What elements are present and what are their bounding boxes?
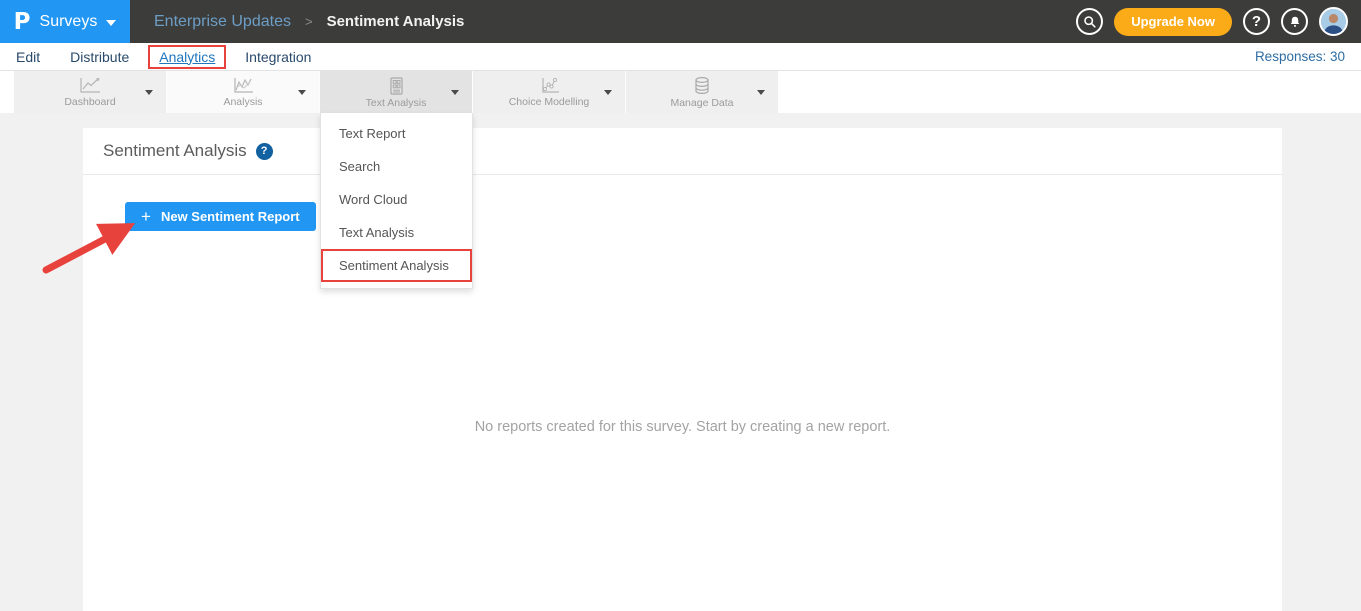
chevron-down-icon[interactable] xyxy=(145,90,153,95)
search-icon xyxy=(1083,15,1097,29)
chevron-down-icon[interactable] xyxy=(298,90,306,95)
chevron-down-icon xyxy=(106,20,116,26)
empty-state-message: No reports created for this survey. Star… xyxy=(83,419,1282,435)
menu-item-search[interactable]: Search xyxy=(321,150,472,183)
user-avatar[interactable] xyxy=(1319,7,1348,36)
tab-manage-data[interactable]: Manage Data xyxy=(626,71,779,113)
top-header: P Surveys Enterprise Updates > Sentiment… xyxy=(0,0,1361,43)
responses-count[interactable]: Responses: 30 xyxy=(1255,49,1345,64)
page-title: Sentiment Analysis xyxy=(103,141,247,161)
nav-item-analytics[interactable]: Analytics xyxy=(148,45,226,69)
tab-label: Manage Data xyxy=(670,97,733,109)
newspaper-icon xyxy=(386,76,406,96)
surveys-menu-button[interactable]: P Surveys xyxy=(0,0,130,43)
avatar-photo-icon xyxy=(1321,9,1346,34)
new-report-button-label: New Sentiment Report xyxy=(161,209,300,224)
scatter-line-chart-icon xyxy=(536,76,562,95)
line-chart-icon xyxy=(77,76,103,95)
menu-item-word-cloud[interactable]: Word Cloud xyxy=(321,183,472,216)
survey-nav-bar: Edit Distribute Analytics Integration Re… xyxy=(0,43,1361,71)
tab-label: Dashboard xyxy=(64,96,115,108)
tab-label: Text Analysis xyxy=(366,97,427,109)
multi-line-chart-icon xyxy=(230,76,256,95)
tab-label: Choice Modelling xyxy=(509,96,590,108)
chevron-down-icon[interactable] xyxy=(451,90,459,95)
product-name: Surveys xyxy=(40,13,98,31)
database-icon xyxy=(692,76,712,96)
text-analysis-dropdown-menu: Text Report Search Word Cloud Text Analy… xyxy=(320,113,473,289)
tab-label: Analysis xyxy=(223,96,262,108)
plus-icon: + xyxy=(141,208,151,225)
menu-item-text-analysis[interactable]: Text Analysis xyxy=(321,216,472,249)
analytics-toolbar: Dashboard Analysis Text Analysis Choice … xyxy=(0,71,1361,113)
nav-item-distribute[interactable]: Distribute xyxy=(70,49,129,65)
tab-choice-modelling[interactable]: Choice Modelling xyxy=(473,71,626,113)
help-icon[interactable]: ? xyxy=(256,143,273,160)
nav-item-integration[interactable]: Integration xyxy=(245,49,311,65)
survey-nav-items: Edit Distribute Analytics Integration xyxy=(16,45,341,69)
nav-item-edit[interactable]: Edit xyxy=(16,49,40,65)
bell-icon xyxy=(1288,15,1302,29)
tab-text-analysis[interactable]: Text Analysis xyxy=(320,71,473,113)
questionpro-logo-icon: P xyxy=(14,9,31,35)
header-actions: Upgrade Now ? xyxy=(1076,7,1348,36)
search-button[interactable] xyxy=(1076,8,1103,35)
sentiment-analysis-panel: Sentiment Analysis ? + New Sentiment Rep… xyxy=(83,128,1282,611)
new-sentiment-report-button[interactable]: + New Sentiment Report xyxy=(125,202,316,231)
panel-header: Sentiment Analysis ? xyxy=(83,128,1282,175)
menu-item-sentiment-analysis[interactable]: Sentiment Analysis xyxy=(321,249,472,282)
upgrade-now-button[interactable]: Upgrade Now xyxy=(1114,8,1232,36)
notifications-button[interactable] xyxy=(1281,8,1308,35)
help-button[interactable]: ? xyxy=(1243,8,1270,35)
question-mark-icon: ? xyxy=(1252,13,1261,30)
chevron-down-icon[interactable] xyxy=(757,90,765,95)
breadcrumb: Enterprise Updates > Sentiment Analysis xyxy=(154,13,464,31)
tab-dashboard[interactable]: Dashboard xyxy=(14,71,167,113)
breadcrumb-survey-name[interactable]: Enterprise Updates xyxy=(154,13,291,31)
breadcrumb-separator: > xyxy=(305,14,313,29)
breadcrumb-current-page: Sentiment Analysis xyxy=(327,13,465,30)
tab-analysis[interactable]: Analysis xyxy=(167,71,320,113)
chevron-down-icon[interactable] xyxy=(604,90,612,95)
menu-item-text-report[interactable]: Text Report xyxy=(321,117,472,150)
